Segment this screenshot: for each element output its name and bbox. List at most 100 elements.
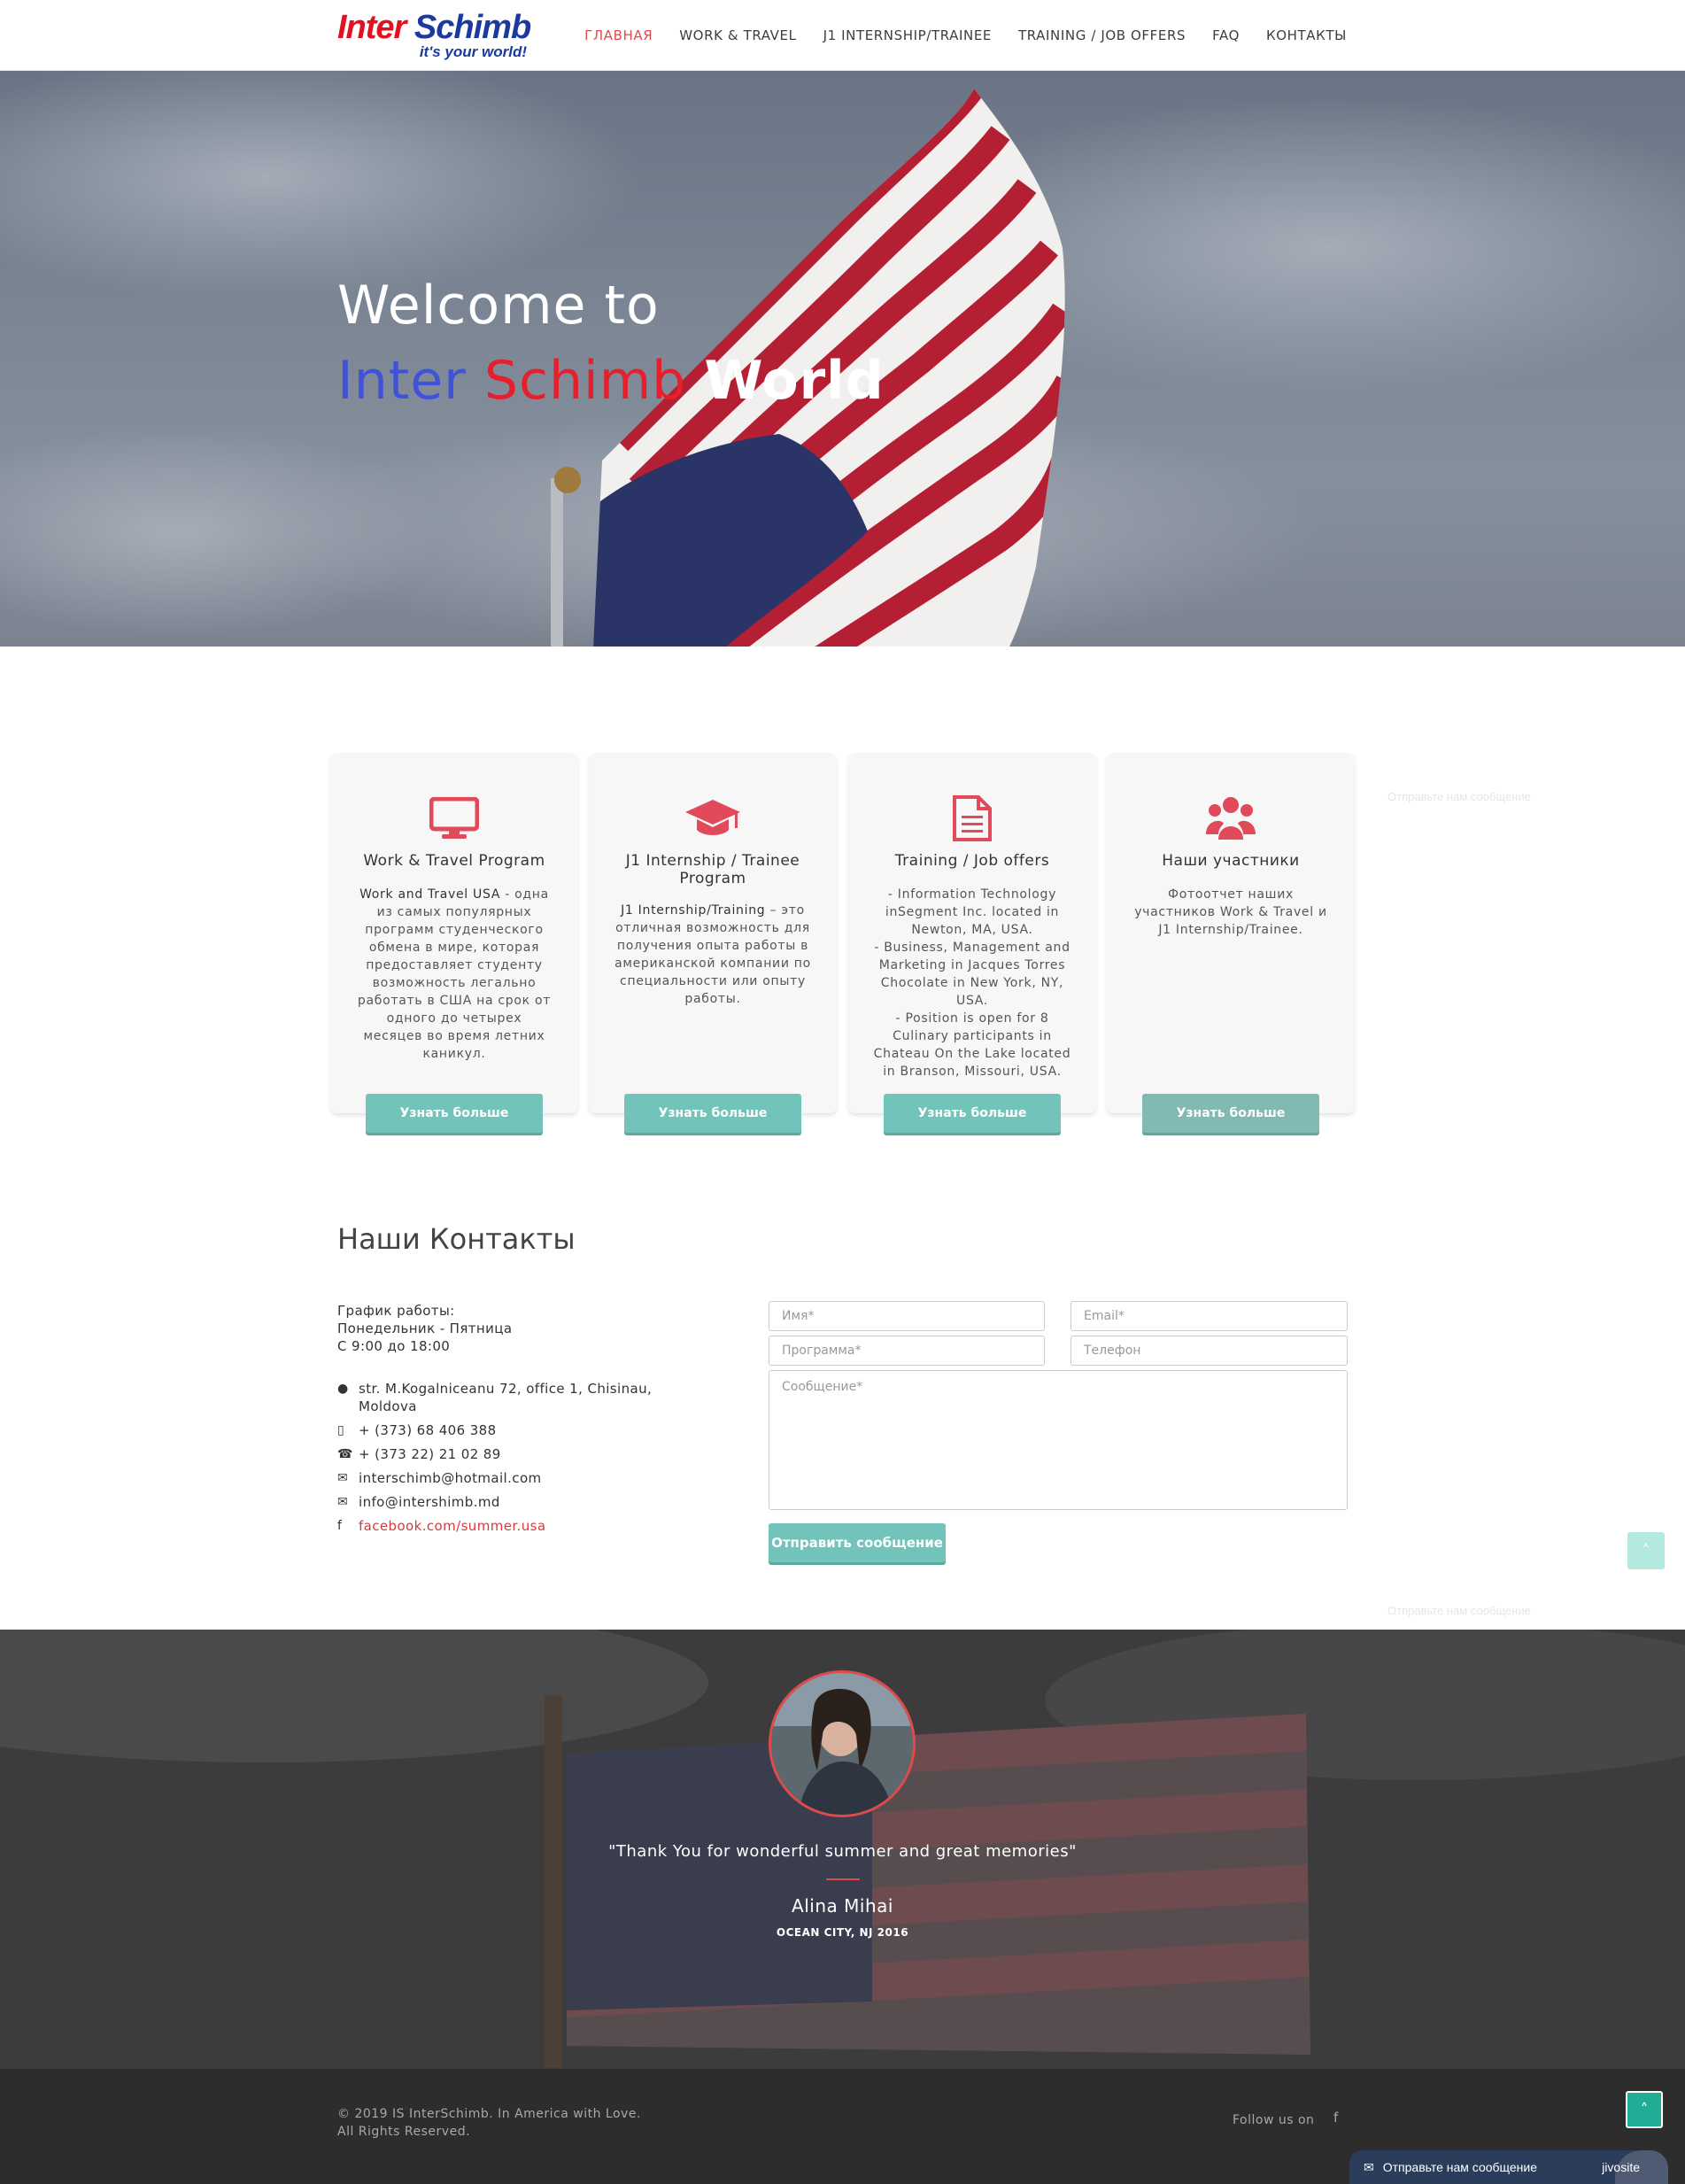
logo-word-schimb: Schimb xyxy=(414,9,531,46)
site-footer: © 2019 IS InterSchimb. In America with L… xyxy=(0,2069,1685,2184)
nav-contacts[interactable]: КОНТАКТЫ xyxy=(1266,27,1347,43)
card-title: J1 Internship / Trainee Program xyxy=(625,852,800,887)
facebook-icon: f xyxy=(337,1519,343,1533)
contact-info: ● str. M.Kogalniceanu 72, office 1, Chis… xyxy=(337,1380,674,1541)
phone-icon: ☎ xyxy=(337,1447,353,1461)
learn-more-button[interactable]: Узнать больше xyxy=(366,1094,543,1133)
chevron-up-icon: ˄ xyxy=(1640,2100,1649,2119)
follow-us-label: Follow us on xyxy=(1233,2113,1315,2127)
facebook-row: f facebook.com/summer.usa xyxy=(337,1517,674,1535)
phone-text: + (373 22) 21 02 89 xyxy=(359,1446,501,1462)
email-text: interschimb@hotmail.com xyxy=(359,1470,542,1486)
monitor-icon xyxy=(330,792,578,845)
hero-word-inter: Inter xyxy=(337,350,467,412)
facebook-icon[interactable]: f xyxy=(1333,2110,1338,2126)
address-text: str. M.Kogalniceanu 72, office 1, Chisin… xyxy=(359,1381,653,1414)
send-message-button[interactable]: Отправить сообщение xyxy=(769,1523,946,1562)
email-row: ✉ info@intershimb.md xyxy=(337,1493,674,1511)
hero-banner: Welcome to Inter Schimb World xyxy=(0,71,1685,647)
card-text-body: – это отличная возможность для получения… xyxy=(614,903,811,1006)
card-title: Work & Travel Program xyxy=(363,852,545,870)
document-icon xyxy=(848,792,1096,845)
learn-more-button[interactable]: Узнать больше xyxy=(1142,1094,1319,1133)
email-input[interactable]: Email* xyxy=(1071,1301,1348,1331)
hero-brand-line: Inter Schimb World xyxy=(337,341,885,421)
mobile-phone-icon: ▯ xyxy=(337,1423,345,1437)
card-text-bold: J1 Internship/Training xyxy=(621,903,766,918)
learn-more-button[interactable]: Узнать больше xyxy=(884,1094,1061,1133)
site-header: Inter Schimb it's your world! ГЛАВНАЯ WO… xyxy=(0,0,1685,71)
ghost-chat-label: Отправьте нам сообщение xyxy=(1387,1604,1531,1617)
contacts-title: Наши Контакты xyxy=(337,1222,576,1256)
card-text-body: - одна из самых популярных программ студ… xyxy=(357,887,552,1061)
hours-label: График работы: xyxy=(337,1303,455,1319)
hours-time: С 9:00 до 18:00 xyxy=(337,1338,451,1354)
nav-training-job-offers[interactable]: TRAINING / JOB OFFERS xyxy=(1018,27,1186,43)
testimonial-quote: "Thank You for wonderful summer and grea… xyxy=(608,1842,1077,1861)
logo-word-inter: Inter xyxy=(337,9,406,46)
chat-brand: jivosite xyxy=(1602,2160,1640,2174)
testimonial-avatar xyxy=(769,1670,916,1817)
chevron-up-icon: ˄ xyxy=(1642,1541,1650,1561)
mobile-text: + (373) 68 406 388 xyxy=(359,1422,497,1438)
copyright: © 2019 IS InterSchimb. In America with L… xyxy=(337,2105,641,2141)
map-marker-icon: ● xyxy=(337,1382,349,1396)
card-training-job-offers: Training / Job offers - Information Tech… xyxy=(848,753,1096,1133)
quote-divider xyxy=(826,1878,860,1880)
card-j1-internship: J1 Internship / Trainee Program J1 Inter… xyxy=(589,753,837,1133)
logo-wordmark: Inter Schimb xyxy=(337,8,531,47)
card-text-bold: Work and Travel USA xyxy=(359,887,501,902)
logo-tagline: it's your world! xyxy=(419,43,527,60)
working-hours: График работы: Понедельник - Пятница С 9… xyxy=(337,1302,512,1355)
nav-work-travel[interactable]: WORK & TRAVEL xyxy=(679,27,796,43)
feature-cards: Work & Travel Program Work and Travel US… xyxy=(330,753,1357,1134)
chat-label: Отправьте нам сообщение xyxy=(1382,2160,1538,2174)
copyright-line: All Rights Reserved. xyxy=(337,2125,471,2139)
job-offer-line: - Business, Management and Marketing in … xyxy=(874,941,1071,1008)
testimonial-section: "Thank You for wonderful summer and grea… xyxy=(0,1630,1685,2069)
ghost-chat-label: Отправьте нам сообщение xyxy=(1387,790,1531,803)
job-offer-line: - Position is open for 8 Culinary partic… xyxy=(873,1011,1071,1079)
hero-heading: Welcome to Inter Schimb World xyxy=(337,270,885,421)
card-text: Фотоотчет наших участников Work & Travel… xyxy=(1134,887,1327,937)
hero-word-world: World xyxy=(704,350,885,412)
hero-welcome-line: Welcome to xyxy=(337,275,660,337)
card-text: - Information Technology inSegment Inc. … xyxy=(873,886,1071,1080)
nav-home[interactable]: ГЛАВНАЯ xyxy=(584,27,653,43)
card-text: Work and Travel USA - одна из самых попу… xyxy=(355,886,553,1063)
envelope-icon: ✉ xyxy=(337,1495,349,1509)
graduation-cap-icon xyxy=(589,792,837,845)
hero-word-schimb: Schimb xyxy=(483,350,687,412)
card-title: Наши участники xyxy=(1162,852,1300,870)
mobile-row: ▯ + (373) 68 406 388 xyxy=(337,1421,674,1439)
facebook-link[interactable]: facebook.com/summer.usa xyxy=(359,1517,545,1535)
program-input[interactable]: Программа* xyxy=(769,1336,1045,1366)
job-offer-line: - Information Technology inSegment Inc. … xyxy=(885,887,1060,937)
envelope-icon: ✉ xyxy=(1364,2159,1374,2174)
card-text: J1 Internship/Training – это отличная во… xyxy=(614,902,812,1008)
message-textarea[interactable]: Сообщение* xyxy=(769,1370,1348,1510)
chat-widget[interactable]: ✉ Отправьте нам сообщение jivosite xyxy=(1349,2150,1668,2184)
email-row: ✉ interschimb@hotmail.com xyxy=(337,1469,674,1487)
phone-input[interactable]: Телефон xyxy=(1071,1336,1348,1366)
nav-j1-internship[interactable]: J1 INTERNSHIP/TRAINEE xyxy=(823,27,992,43)
scroll-top-button[interactable]: ˄ xyxy=(1626,2091,1663,2128)
hours-days: Понедельник - Пятница xyxy=(337,1320,513,1336)
address-row: ● str. M.Kogalniceanu 72, office 1, Chis… xyxy=(337,1380,674,1415)
testimonial-location: OCEAN CITY, NJ 2016 xyxy=(776,1926,909,1939)
main-nav: ГЛАВНАЯ WORK & TRAVEL J1 INTERNSHIP/TRAI… xyxy=(558,0,1347,71)
learn-more-button[interactable]: Узнать больше xyxy=(624,1094,801,1133)
card-work-travel: Work & Travel Program Work and Travel US… xyxy=(330,753,578,1133)
scroll-top-button[interactable]: ˄ xyxy=(1627,1532,1665,1569)
phone-row: ☎ + (373 22) 21 02 89 xyxy=(337,1445,674,1463)
users-icon xyxy=(1107,792,1355,845)
testimonial-name: Alina Mihai xyxy=(792,1895,893,1917)
logo[interactable]: Inter Schimb it's your world! xyxy=(337,8,532,63)
name-input[interactable]: Имя* xyxy=(769,1301,1045,1331)
copyright-line: © 2019 IS InterSchimb. In America with L… xyxy=(337,2107,641,2121)
card-title: Training / Job offers xyxy=(894,852,1050,870)
card-participants: Наши участники Фотоотчет наших участнико… xyxy=(1107,753,1355,1133)
email-text: info@intershimb.md xyxy=(359,1494,500,1510)
nav-faq[interactable]: FAQ xyxy=(1212,27,1240,43)
envelope-icon: ✉ xyxy=(337,1471,349,1485)
